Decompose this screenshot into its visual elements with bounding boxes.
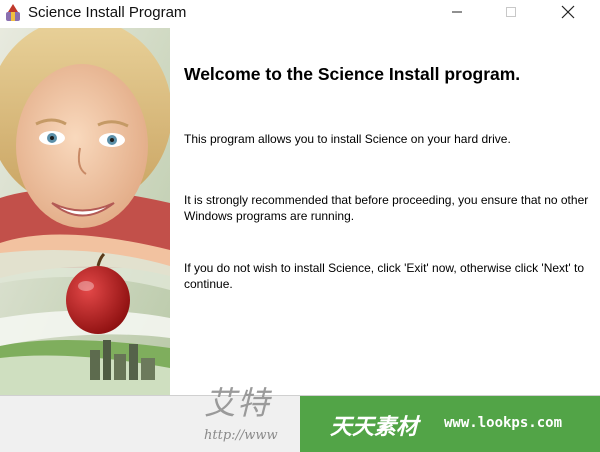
installer-icon: [3, 3, 23, 23]
minimize-icon: [451, 5, 463, 23]
watermark-badge-url: www.lookps.com: [444, 415, 563, 431]
close-icon: [561, 5, 575, 24]
watermark-badge: 天天素材 www.lookps.com: [300, 396, 600, 452]
instructions-paragraph: If you do not wish to install Science, c…: [184, 261, 584, 291]
close-button[interactable]: [545, 0, 591, 28]
maximize-icon: [505, 5, 517, 23]
watermark-left: 艾特 http://www: [204, 378, 314, 452]
maximize-button[interactable]: [488, 0, 534, 28]
window-title: Science Install Program: [28, 4, 187, 21]
title-bar: Science Install Program: [0, 0, 600, 28]
minimize-button[interactable]: [434, 0, 480, 28]
watermark-left-url: http://www: [204, 428, 278, 443]
intro-paragraph: This program allows you to install Scien…: [184, 132, 511, 146]
watermark-left-cn: 艾特: [204, 384, 271, 422]
welcome-heading: Welcome to the Science Install program.: [184, 64, 521, 84]
welcome-side-image: [0, 28, 170, 396]
recommendation-paragraph: It is strongly recommended that before p…: [184, 193, 589, 223]
watermark-badge-cn: 天天素材: [330, 414, 419, 440]
